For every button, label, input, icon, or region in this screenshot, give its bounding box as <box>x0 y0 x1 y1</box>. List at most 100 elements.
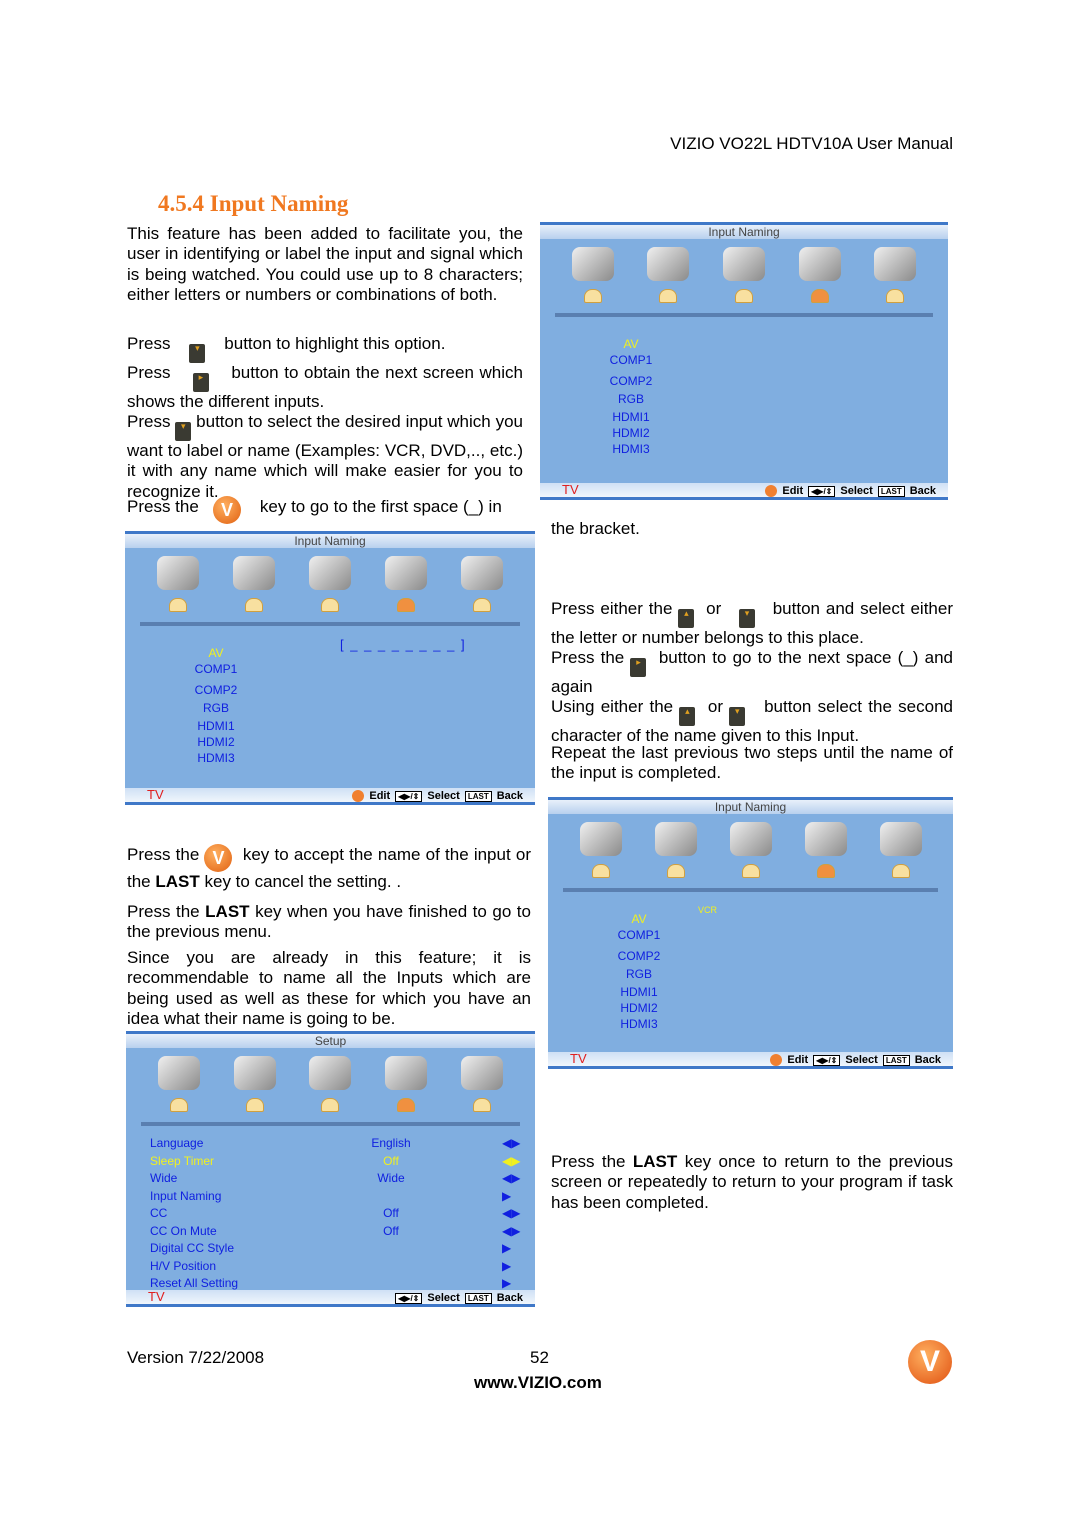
parental-key-icon <box>879 822 922 856</box>
input-item[interactable]: RGB <box>193 701 239 715</box>
input-item[interactable]: HDMI2 <box>608 426 654 440</box>
audio-microphone-tab[interactable] <box>229 556 279 612</box>
audio-microphone-tab[interactable] <box>643 247 693 303</box>
input-item[interactable]: HDMI2 <box>616 1001 662 1015</box>
satellite-tv-tab[interactable] <box>719 247 769 303</box>
vizio-key-icon: V <box>212 496 241 524</box>
tv-picture-tab[interactable] <box>576 822 626 878</box>
osd-footer: TV Edit ◀▶/⇕ Select LAST Back <box>125 787 535 802</box>
tv-picture-tab[interactable] <box>568 247 618 303</box>
tv-source-label: TV <box>148 1289 165 1304</box>
select-hint: Select <box>845 1054 878 1066</box>
input-name-field[interactable]: VCR <box>698 905 717 915</box>
osd-key-hints: Edit ◀▶/⇕ Select LAST Back <box>770 1054 941 1066</box>
edit-hint: Edit <box>787 1054 809 1066</box>
last-key-icon: LAST <box>882 1054 910 1066</box>
tv-picture-tab[interactable] <box>153 556 203 612</box>
website-link[interactable]: www.VIZIO.com <box>474 1373 602 1393</box>
osd-key-hints: ◀▶/⇕ Select LAST Back <box>395 1292 523 1304</box>
setup-wrench-tab[interactable] <box>795 247 845 303</box>
parental-key-tab[interactable] <box>876 822 926 878</box>
satellite-tv-tab[interactable] <box>305 556 355 612</box>
osd-title: Input Naming <box>540 225 948 239</box>
input-item[interactable]: AV <box>608 337 654 351</box>
setup-row-label[interactable]: Digital CC Style <box>150 1241 234 1255</box>
setup-wrench-icon <box>804 822 847 856</box>
step-accept: Press the V key to accept the name of th… <box>127 844 531 891</box>
tv-picture-icon <box>157 556 199 590</box>
tv-picture-icon <box>571 247 614 281</box>
submenu-arrow-icon[interactable]: ▶ <box>502 1189 511 1203</box>
vizio-marker-icon <box>659 289 678 303</box>
setup-row-label[interactable]: Input Naming <box>150 1189 221 1203</box>
input-item[interactable]: RGB <box>616 967 662 981</box>
input-item[interactable]: HDMI1 <box>193 719 239 733</box>
left-right-arrow-icon[interactable]: ◀▶ <box>502 1136 520 1150</box>
input-item[interactable]: HDMI3 <box>608 442 654 456</box>
step-choose-character: Press either the ▴ or ▾ button and selec… <box>551 599 953 647</box>
vizio-marker-icon <box>886 289 905 303</box>
left-right-arrow-icon[interactable]: ◀▶ <box>502 1206 520 1220</box>
left-right-arrow-icon[interactable]: ◀▶ <box>502 1154 520 1168</box>
arrow-keys-icon: ◀▶/⇕ <box>808 485 836 497</box>
section-title: 4.5.4 Input Naming <box>158 191 349 216</box>
input-item[interactable]: COMP1 <box>193 662 239 676</box>
satellite-tv-icon <box>729 822 772 856</box>
setup-row-label[interactable]: CC <box>150 1206 167 1220</box>
back-hint: Back <box>914 1054 941 1066</box>
input-item[interactable]: AV <box>193 646 239 660</box>
input-item[interactable]: HDMI1 <box>608 410 654 424</box>
satellite-tv-tab[interactable] <box>726 822 776 878</box>
last-key-icon: LAST <box>464 1292 492 1304</box>
setup-row-label[interactable]: Wide <box>150 1171 177 1185</box>
submenu-arrow-icon[interactable]: ▶ <box>502 1276 511 1290</box>
vizio-marker-icon <box>816 864 835 878</box>
input-item[interactable]: RGB <box>608 392 654 406</box>
left-right-arrow-icon[interactable]: ◀▶ <box>502 1224 520 1238</box>
left-right-arrow-icon[interactable]: ◀▶ <box>502 1171 520 1185</box>
setup-wrench-tab[interactable] <box>801 822 851 878</box>
parental-key-tab[interactable] <box>457 556 507 612</box>
setup-row-label[interactable]: Language <box>150 1136 203 1150</box>
input-item[interactable]: HDMI3 <box>193 751 239 765</box>
select-hint: Select <box>840 485 873 497</box>
input-item[interactable]: COMP1 <box>608 353 654 367</box>
setup-wrench-tab[interactable] <box>381 1056 431 1112</box>
setup-row-label[interactable]: Reset All Setting <box>150 1276 238 1290</box>
osd-divider <box>140 622 520 626</box>
vizio-marker-icon <box>591 864 610 878</box>
submenu-arrow-icon[interactable]: ▶ <box>502 1241 511 1255</box>
vizio-marker-icon <box>321 1098 340 1112</box>
input-item[interactable]: AV <box>616 912 662 926</box>
ch-down-button-icon: ▾ <box>175 422 192 441</box>
osd-footer: TV Edit ◀▶/⇕ Select LAST Back <box>540 482 948 497</box>
input-name-field[interactable]: [ _ _ _ _ _ _ _ _ ] <box>340 637 465 652</box>
parental-key-tab[interactable] <box>870 247 920 303</box>
setup-wrench-tab[interactable] <box>381 556 431 612</box>
audio-microphone-tab[interactable] <box>230 1056 280 1112</box>
input-item[interactable]: COMP2 <box>616 949 662 963</box>
ch-up-button-icon: ▴ <box>679 707 696 726</box>
audio-microphone-tab[interactable] <box>651 822 701 878</box>
setup-row-label[interactable]: Sleep Timer <box>150 1154 214 1168</box>
satellite-tv-tab[interactable] <box>305 1056 355 1112</box>
submenu-arrow-icon[interactable]: ▶ <box>502 1259 511 1273</box>
input-item[interactable]: HDMI1 <box>616 985 662 999</box>
last-key-icon: LAST <box>464 790 492 802</box>
tv-source-label: TV <box>570 1051 587 1066</box>
osd-title: Input Naming <box>548 800 953 814</box>
setup-row-label[interactable]: H/V Position <box>150 1259 216 1273</box>
back-hint: Back <box>496 1292 523 1304</box>
input-item[interactable]: COMP1 <box>616 928 662 942</box>
osd-setup-menu: Setup Language English ◀▶ Sleep Timer Off ◀▶ Wi… <box>126 1031 535 1307</box>
tv-picture-tab[interactable] <box>154 1056 204 1112</box>
parental-key-tab[interactable] <box>457 1056 507 1112</box>
input-item[interactable]: HDMI2 <box>193 735 239 749</box>
osd-title: Input Naming <box>125 534 535 548</box>
satellite-tv-icon <box>722 247 765 281</box>
ch-down-button-icon: ▾ <box>189 344 206 363</box>
input-item[interactable]: COMP2 <box>193 683 239 697</box>
input-item[interactable]: HDMI3 <box>616 1017 662 1031</box>
setup-row-label[interactable]: CC On Mute <box>150 1224 217 1238</box>
input-item[interactable]: COMP2 <box>608 374 654 388</box>
